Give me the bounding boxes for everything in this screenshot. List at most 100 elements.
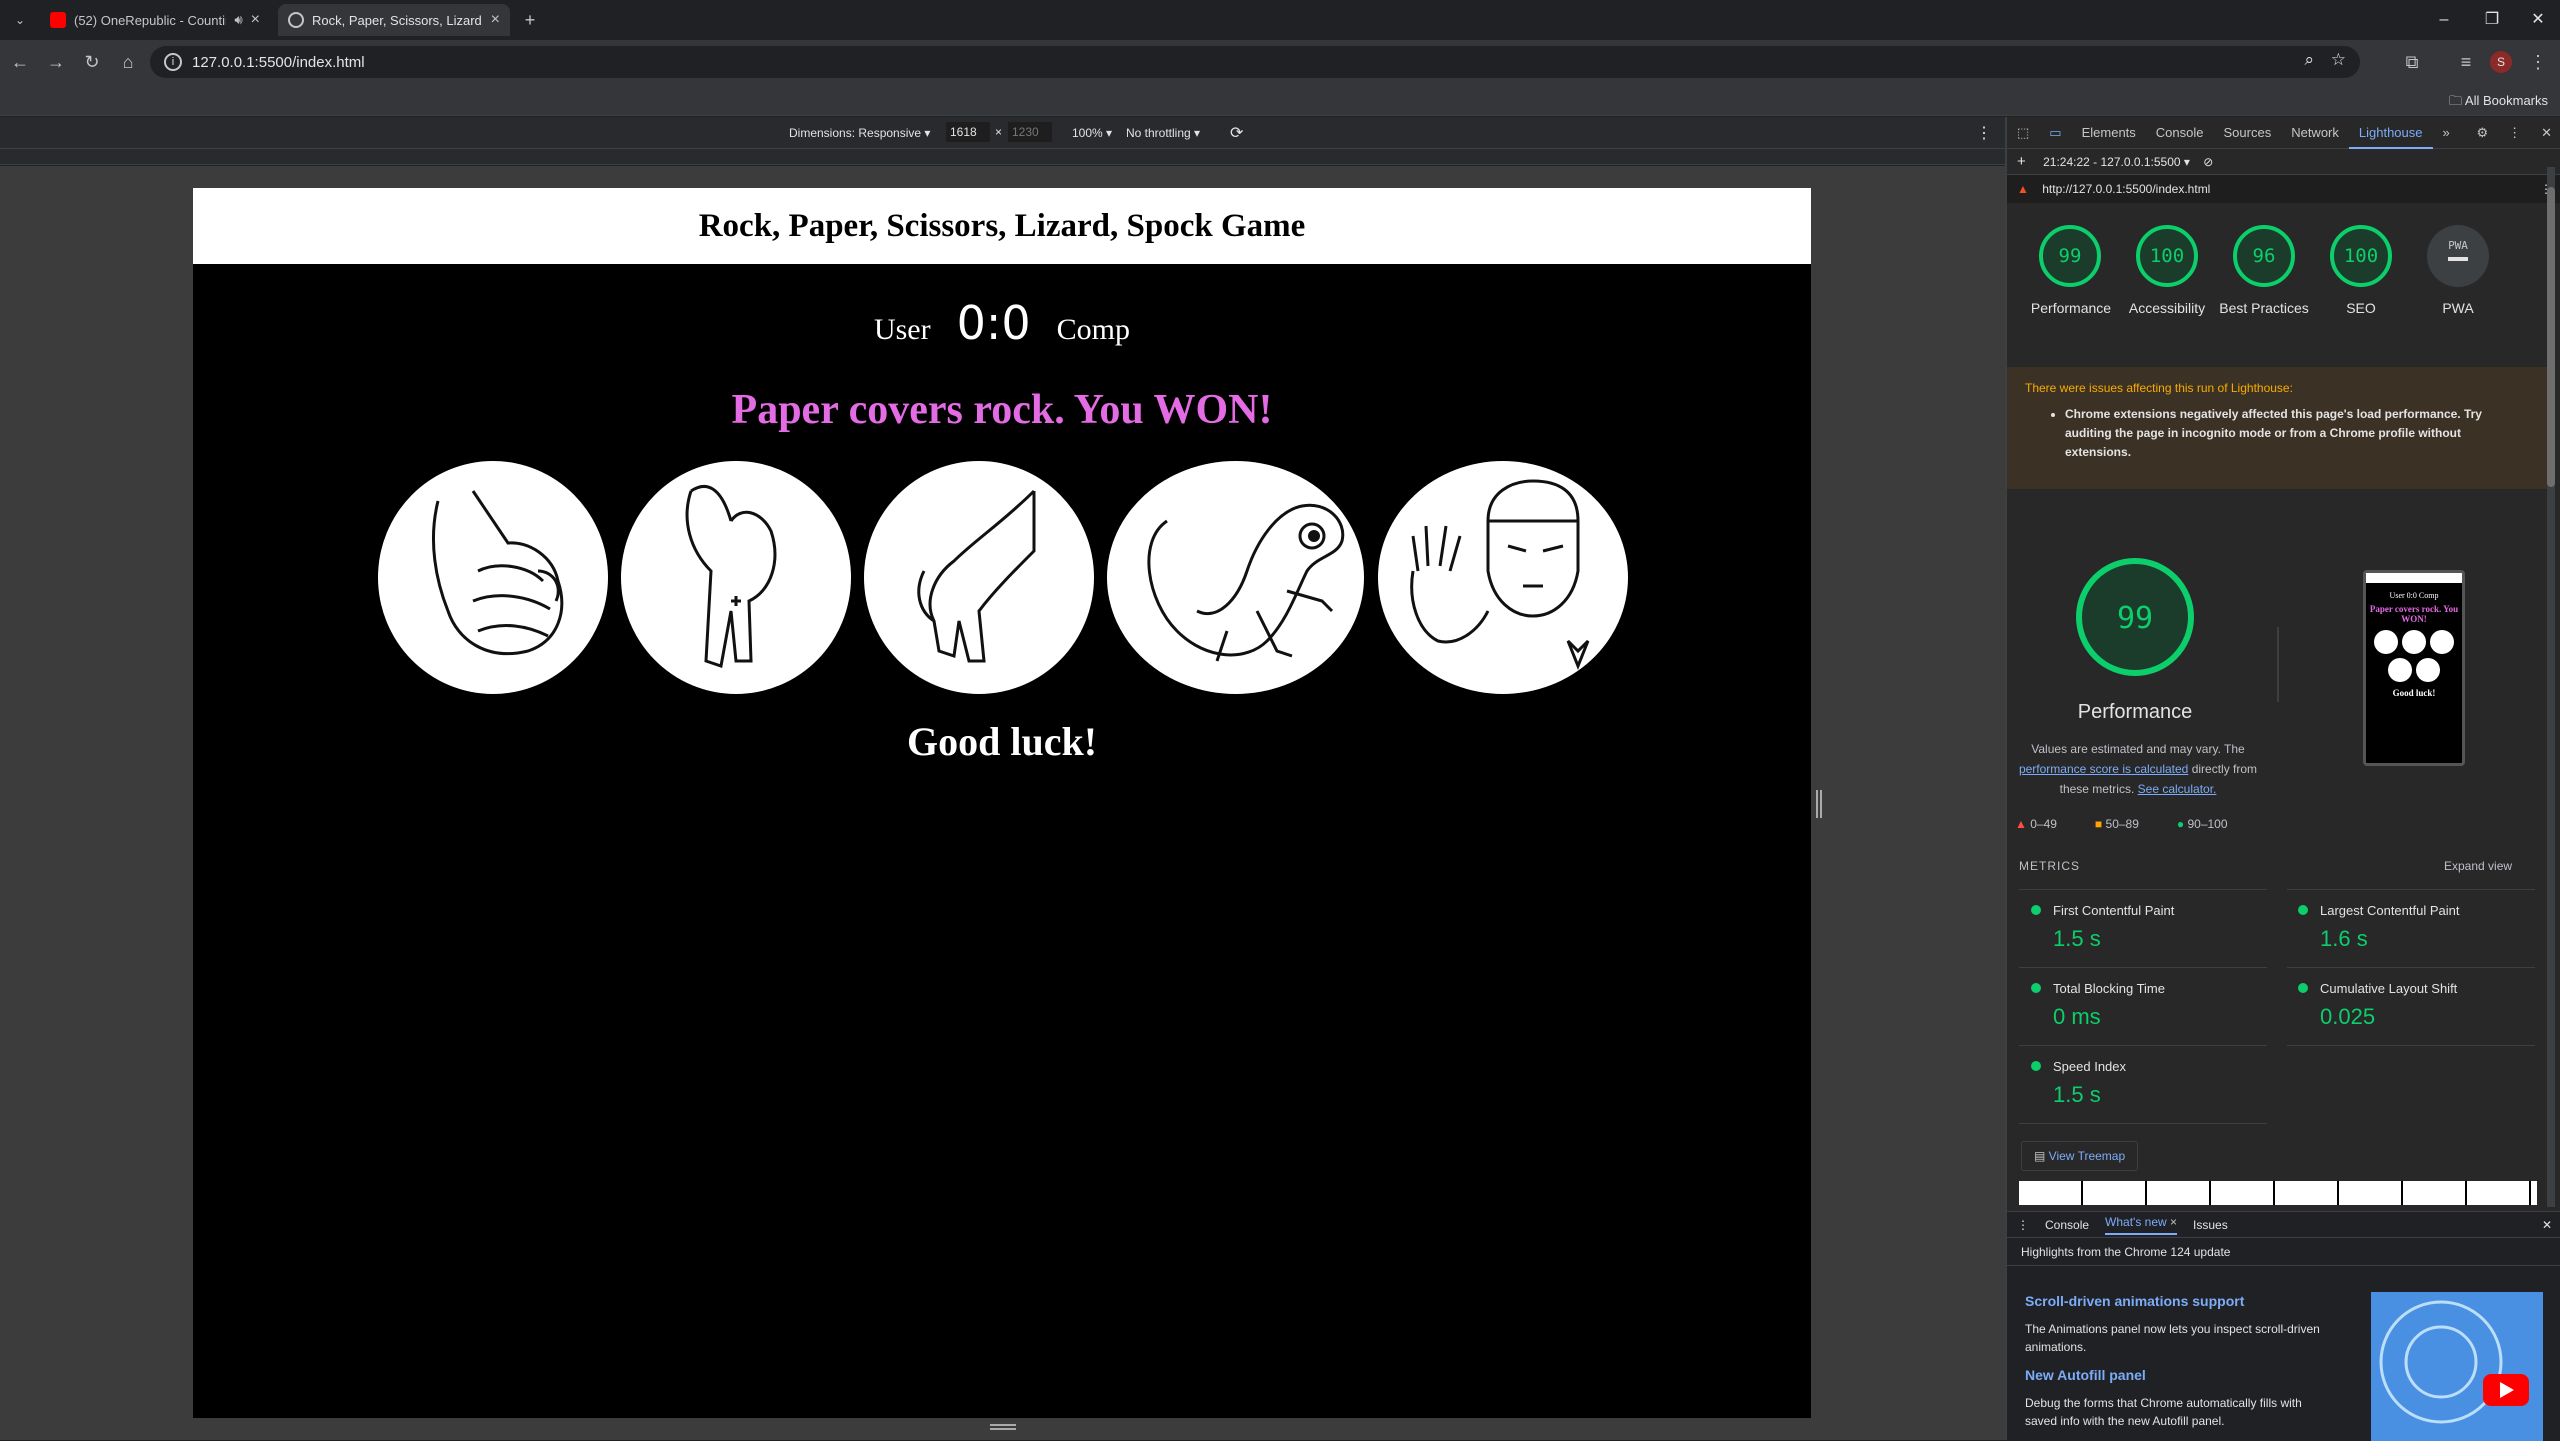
tab-console[interactable]: Console: [2146, 117, 2214, 149]
metric-fcp: First Contentful Paint 1.5 s: [2031, 903, 2174, 952]
resize-handle-bottom[interactable]: [990, 1424, 1016, 1430]
scissors-choice[interactable]: [621, 461, 851, 694]
bookmark-star-icon[interactable]: ☆: [2331, 50, 2346, 70]
result-message: Paper covers rock. You WON!: [731, 387, 1273, 433]
drawer-tab-issues[interactable]: Issues: [2193, 1218, 2228, 1232]
score-note: Values are estimated and may vary. The p…: [2007, 739, 2269, 799]
metric-value: 1.5 s: [2053, 926, 2101, 951]
close-tab-icon[interactable]: ×: [491, 11, 500, 29]
tab-search-icon[interactable]: ⌄: [4, 4, 36, 36]
restore-icon[interactable]: ❐: [2472, 8, 2512, 32]
throttling-dropdown[interactable]: No throttling ▾: [1126, 126, 1200, 140]
drawer-menu-icon[interactable]: ⋮: [2017, 1218, 2029, 1232]
gauge-value: 100: [2344, 245, 2378, 267]
zoom-dropdown[interactable]: 100% ▾: [1072, 126, 1112, 140]
all-bookmarks[interactable]: 🗀︎ All Bookmarks: [2449, 92, 2548, 114]
drawer-tab-console[interactable]: Console: [2045, 1218, 2089, 1232]
calculator-link[interactable]: See calculator.: [2138, 782, 2217, 796]
pass-dot: [2298, 983, 2308, 993]
extensions-icon[interactable]: ⧉: [2396, 46, 2428, 78]
close-tab-icon[interactable]: ×: [251, 11, 260, 29]
back-icon[interactable]: ←: [4, 46, 36, 78]
page-screenshot-thumbnail[interactable]: User 0:0 Comp Paper covers rock. You WON…: [2363, 570, 2465, 766]
resize-handle-right[interactable]: [1816, 790, 1822, 818]
inspect-icon[interactable]: ⬚: [2007, 117, 2039, 149]
tab-network[interactable]: Network: [2281, 117, 2349, 149]
divider: [2019, 889, 2267, 890]
treemap-icon: ▤: [2034, 1149, 2049, 1163]
home-icon[interactable]: ⌂: [112, 46, 144, 78]
settings-icon[interactable]: ⚙: [2466, 117, 2498, 149]
site-info-icon[interactable]: i: [164, 53, 182, 71]
width-input[interactable]: 1618: [946, 122, 990, 142]
dimensions-dropdown[interactable]: Dimensions: Responsive ▾: [789, 126, 930, 140]
report-selector[interactable]: 21:24:22 - 127.0.0.1:5500 ▾: [2043, 155, 2190, 169]
devtools-panel: ⬚ ▭ Elements Console Sources Network Lig…: [2005, 117, 2560, 1441]
metric-name: First Contentful Paint: [2053, 903, 2175, 918]
metric-si: Speed Index 1.5 s: [2031, 1059, 2126, 1108]
drawer-tab-whats-new[interactable]: What's new ×: [2105, 1215, 2178, 1235]
close-devtools-icon[interactable]: ✕: [2531, 117, 2560, 149]
score-calc-link[interactable]: performance score is calculated: [2019, 762, 2188, 776]
metric-name: Speed Index: [2053, 1059, 2127, 1074]
profile-avatar[interactable]: S: [2490, 51, 2512, 73]
clear-icon[interactable]: ⊘: [2203, 155, 2213, 169]
more-options-icon[interactable]: ⋮: [1976, 123, 1992, 143]
scrollbar-thumb[interactable]: [2547, 187, 2555, 487]
height-input[interactable]: 1230: [1008, 122, 1052, 142]
thumb-luck: Good luck!: [2392, 688, 2436, 698]
address-bar[interactable]: i 127.0.0.1:5500/index.html ⌕ ☆: [150, 46, 2360, 78]
rotate-icon[interactable]: ⟳: [1230, 123, 1243, 143]
devtools-menu-icon[interactable]: ⋮: [2498, 117, 2531, 149]
pass-dot: [2031, 905, 2041, 915]
spock-choice[interactable]: [1378, 461, 1628, 694]
tab-game[interactable]: Rock, Paper, Scissors, Lizard, Sp ×: [278, 4, 510, 36]
speaker-icon[interactable]: 🔊︎: [234, 12, 242, 28]
scrollbar[interactable]: [2547, 167, 2555, 1207]
report-time: 21:24:22 - 127.0.0.1:5500: [2043, 155, 2181, 169]
tab-youtube[interactable]: (52) OneRepublic - Countin 🔊︎ ×: [40, 4, 270, 36]
paper-choice[interactable]: [864, 461, 1094, 694]
metric-value: 1.5 s: [2053, 1082, 2101, 1107]
gauge-pwa[interactable]: PWA: [2425, 223, 2491, 294]
scissors-hand-icon: [685, 485, 777, 668]
reload-icon[interactable]: ↻: [76, 46, 108, 78]
minimize-icon[interactable]: –: [2424, 8, 2464, 32]
new-report-icon[interactable]: +: [2017, 153, 2026, 170]
media-query-ruler[interactable]: [0, 149, 2005, 165]
all-bookmarks-label: All Bookmarks: [2464, 93, 2548, 108]
legend-average: ■ 50–89: [2094, 817, 2139, 831]
gauge-seo[interactable]: 100: [2328, 223, 2394, 294]
gauge-accessibility[interactable]: 100: [2134, 223, 2200, 294]
expand-view-link[interactable]: Expand view: [2444, 859, 2512, 873]
rock-choice[interactable]: [378, 461, 608, 694]
gauge-best-practices[interactable]: 96: [2231, 223, 2297, 294]
pwa-badge-text: PWA: [2448, 239, 2468, 252]
feature-title-link[interactable]: New Autofill panel: [2025, 1366, 2325, 1384]
lizard-choice[interactable]: [1107, 461, 1364, 694]
pwa-badge-icon: PWA: [2427, 225, 2489, 287]
close-tab-icon[interactable]: ×: [2170, 1215, 2177, 1229]
forward-icon[interactable]: →: [40, 46, 72, 78]
new-tab-icon[interactable]: +: [514, 4, 546, 36]
metric-name: Total Blocking Time: [2053, 981, 2165, 996]
zoom-icon[interactable]: ⌕: [2304, 50, 2314, 70]
metric-name: Cumulative Layout Shift: [2320, 981, 2458, 996]
feature-title-link[interactable]: Scroll-driven animations support: [2025, 1292, 2325, 1310]
close-drawer-icon[interactable]: ✕: [2542, 1218, 2552, 1232]
more-tabs-icon[interactable]: »: [2433, 117, 2460, 149]
view-treemap-button[interactable]: ▤ View Treemap: [2021, 1141, 2139, 1171]
tab-elements[interactable]: Elements: [2072, 117, 2146, 149]
thumb-user: User: [2389, 591, 2405, 600]
device-toggle-icon[interactable]: ▭: [2039, 117, 2071, 149]
divider: [2019, 1045, 2267, 1046]
close-window-icon[interactable]: ✕: [2518, 8, 2558, 32]
tab-lighthouse[interactable]: Lighthouse: [2348, 117, 2433, 149]
video-thumbnail[interactable]: [2371, 1292, 2543, 1441]
thumb-choice: [2388, 658, 2412, 682]
tab-sources[interactable]: Sources: [2214, 117, 2282, 149]
menu-icon[interactable]: ⋮: [2522, 46, 2554, 78]
gauge-label: Performance: [2030, 300, 2112, 316]
gauge-performance[interactable]: 99: [2037, 223, 2103, 294]
media-control-icon[interactable]: ≡: [2450, 46, 2482, 78]
